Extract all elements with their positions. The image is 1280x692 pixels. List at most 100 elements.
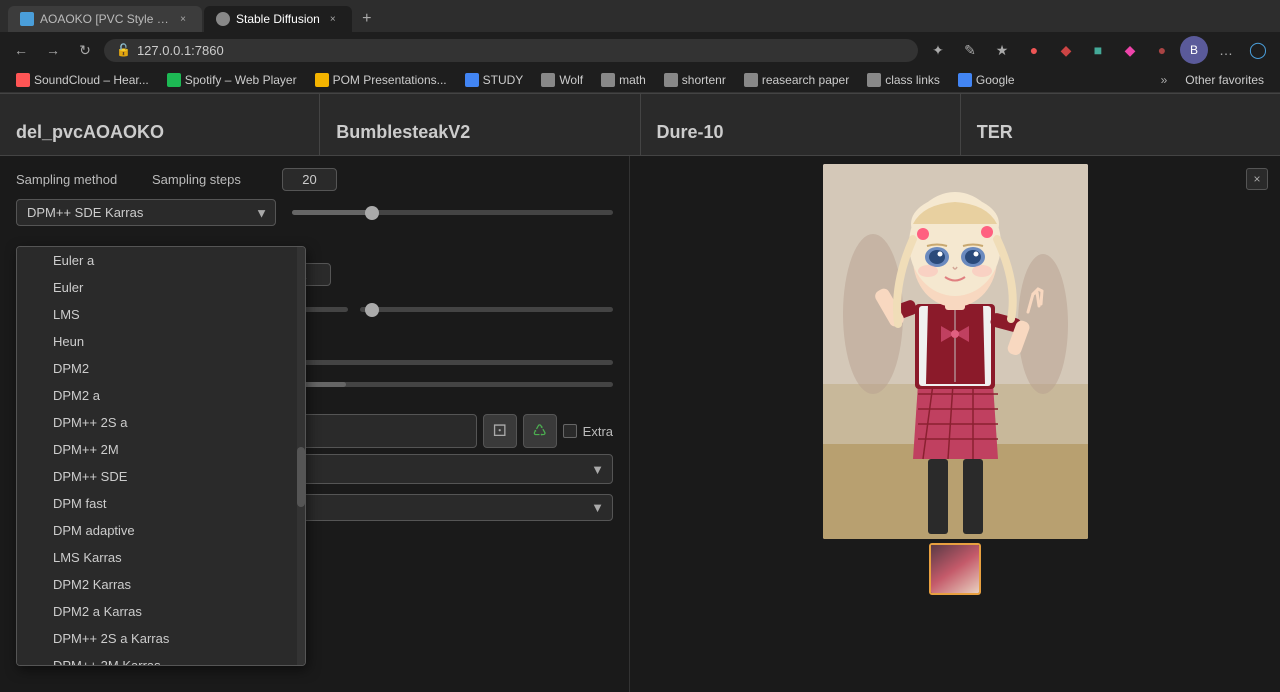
dropdown-item-euler[interactable]: Euler — [17, 274, 305, 301]
batch-count-slider-thumb[interactable] — [365, 303, 379, 317]
dropdown-item-dpmfast[interactable]: DPM fast — [17, 490, 305, 517]
dropdown-item-dpmfast-label: DPM fast — [53, 496, 106, 511]
toolbar-icons: ✦ ✎ ★ ● ◆ ■ ◆ ● B … ◯ — [924, 36, 1272, 64]
bookmark-soundcloud-label: SoundCloud – Hear... — [34, 73, 149, 87]
recycle-icon-button[interactable]: ♺ — [523, 414, 557, 448]
sampling-steps-label: Sampling steps — [152, 172, 272, 187]
bookmark-spotify[interactable]: Spotify – Web Player — [159, 71, 305, 89]
profile-avatar[interactable]: B — [1180, 36, 1208, 64]
sampling-method-row: Sampling method Sampling steps 20 — [16, 168, 613, 191]
bookmarks-more-button[interactable]: » — [1153, 71, 1176, 89]
left-panel: Sampling method Sampling steps 20 DPM++ … — [0, 156, 630, 692]
dropdown-item-dpm2a-label: DPM2 a — [53, 388, 100, 403]
address-box[interactable]: 🔓 127.0.0.1:7860 — [104, 39, 918, 62]
bookmark-math[interactable]: math — [593, 71, 654, 89]
dropdown-item-dpm2akarras-label: DPM2 a Karras — [53, 604, 142, 619]
extension-icon-7[interactable]: ● — [1148, 36, 1176, 64]
dropdown-item-dpmpp2sa[interactable]: DPM++ 2S a — [17, 409, 305, 436]
back-button[interactable]: ← — [8, 37, 34, 63]
sampling-section: Sampling method Sampling steps 20 DPM++ … — [0, 156, 629, 242]
thumbnail-1[interactable] — [929, 543, 981, 595]
tab-stable-diffusion[interactable]: Stable Diffusion × — [204, 6, 352, 32]
sampling-method-select[interactable]: DPM++ SDE Karras — [16, 199, 276, 226]
bookmark-pom-icon — [315, 73, 329, 87]
bookmark-spotify-label: Spotify – Web Player — [185, 73, 297, 87]
dropdown-item-dpm2karras[interactable]: DPM2 Karras — [17, 571, 305, 598]
tab-sd-close[interactable]: × — [326, 12, 340, 26]
dropdown-item-dpm2akarras[interactable]: DPM2 a Karras — [17, 598, 305, 625]
model-card-2-label: BumblesteakV2 — [336, 122, 470, 143]
page-content: del_pvcAOAOKO BumblesteakV2 Dure-10 TER … — [0, 94, 1280, 692]
dropdown-item-dpmadaptive-label: DPM adaptive — [53, 523, 135, 538]
steps-slider-fill — [292, 210, 372, 215]
dropdown-item-lms[interactable]: LMS — [17, 301, 305, 328]
bookmark-research[interactable]: reasearch paper — [736, 71, 857, 89]
steps-row-container: Sampling steps 20 — [152, 168, 613, 191]
extension-icon-6[interactable]: ◆ — [1116, 36, 1144, 64]
batch-count-slider-row — [360, 307, 614, 312]
extension-icon-3[interactable]: ● — [1020, 36, 1048, 64]
right-panel: × — [630, 156, 1280, 692]
batch-count-slider[interactable] — [360, 307, 614, 312]
forward-button[interactable]: → — [40, 37, 66, 63]
steps-slider-thumb[interactable] — [365, 206, 379, 220]
dropdown-item-dpmpp2sakarras[interactable]: DPM++ 2S a Karras — [17, 625, 305, 652]
thumbnail-1-image — [931, 545, 979, 593]
sampling-steps-value[interactable]: 20 — [282, 168, 337, 191]
dropdown-item-dpmpp2mkarras[interactable]: DPM++ 2M Karras — [17, 652, 305, 666]
dropdown-item-dppmsde[interactable]: DPM++ SDE — [17, 463, 305, 490]
extension-icon-1[interactable]: ✦ — [924, 36, 952, 64]
bookmark-class-links[interactable]: class links — [859, 71, 948, 89]
reload-button[interactable]: ↻ — [72, 37, 98, 63]
bookmark-soundcloud[interactable]: SoundCloud – Hear... — [8, 71, 157, 89]
model-card-1-label: del_pvcAOAOKO — [16, 122, 164, 143]
bookmark-shortenr[interactable]: shortenr — [656, 71, 734, 89]
dropdown-item-dpm2[interactable]: DPM2 — [17, 355, 305, 382]
bookmark-study[interactable]: STUDY — [457, 71, 532, 89]
dropdown-item-lmskarras[interactable]: LMS Karras — [17, 544, 305, 571]
bookmark-pom[interactable]: POM Presentations... — [307, 71, 455, 89]
bookmark-star[interactable]: ★ — [988, 36, 1016, 64]
bookmark-other-favorites[interactable]: Other favorites — [1177, 71, 1272, 89]
other-favorites-label: Other favorites — [1185, 73, 1264, 87]
dropdown-item-dpmpp2sakarras-label: DPM++ 2S a Karras — [53, 631, 169, 646]
extra-checkbox[interactable] — [563, 424, 577, 438]
steps-slider-track[interactable] — [292, 210, 613, 215]
dropdown-item-heun[interactable]: Heun — [17, 328, 305, 355]
bookmark-google[interactable]: Google — [950, 71, 1023, 89]
bookmark-spotify-icon — [167, 73, 181, 87]
dropdown-item-dpm2a[interactable]: DPM2 a — [17, 382, 305, 409]
bookmark-class-links-icon — [867, 73, 881, 87]
extension-icon-5[interactable]: ■ — [1084, 36, 1112, 64]
bookmark-class-links-label: class links — [885, 73, 940, 87]
model-card-4[interactable]: TER — [961, 94, 1280, 155]
tab-aoaoko-close[interactable]: × — [176, 12, 190, 26]
edge-icon[interactable]: ◯ — [1244, 36, 1272, 64]
dropdown-item-euler-a[interactable]: Euler a — [17, 247, 305, 274]
tab-aoaoko[interactable]: AOAOKO [PVC Style Model] - PV... × — [8, 6, 202, 32]
dropdown-item-dpmpp2m[interactable]: DPM++ 2M — [17, 436, 305, 463]
dropdown-scrollbar[interactable] — [297, 247, 305, 665]
model-card-3[interactable]: Dure-10 — [641, 94, 961, 155]
extension-icon-2[interactable]: ✎ — [956, 36, 984, 64]
bookmark-shortenr-label: shortenr — [682, 73, 726, 87]
dropdown-item-euler-a-label: Euler a — [53, 253, 94, 268]
dropdown-scrollbar-thumb[interactable] — [297, 447, 305, 507]
model-card-3-label: Dure-10 — [657, 122, 724, 143]
more-menu-button[interactable]: … — [1212, 36, 1240, 64]
bookmark-study-label: STUDY — [483, 73, 524, 87]
dice-icon-button[interactable]: ⚀ — [483, 414, 517, 448]
extra-label: Extra — [583, 424, 613, 439]
tab-bar: AOAOKO [PVC Style Model] - PV... × Stabl… — [0, 0, 1280, 32]
model-card-2[interactable]: BumblesteakV2 — [320, 94, 640, 155]
model-card-1[interactable]: del_pvcAOAOKO — [0, 94, 320, 155]
anime-image-svg — [823, 164, 1088, 539]
dropdown-item-dpmadaptive[interactable]: DPM adaptive — [17, 517, 305, 544]
dropdown-item-lmskarras-label: LMS Karras — [53, 550, 122, 565]
extension-icon-4[interactable]: ◆ — [1052, 36, 1080, 64]
dropdown-item-dpm2-label: DPM2 — [53, 361, 89, 376]
close-image-button[interactable]: × — [1246, 168, 1268, 190]
styles-dropdown-arrow-icon: ▼ — [591, 462, 604, 477]
new-tab-button[interactable]: + — [354, 6, 380, 32]
bookmark-wolf[interactable]: Wolf — [533, 71, 591, 89]
